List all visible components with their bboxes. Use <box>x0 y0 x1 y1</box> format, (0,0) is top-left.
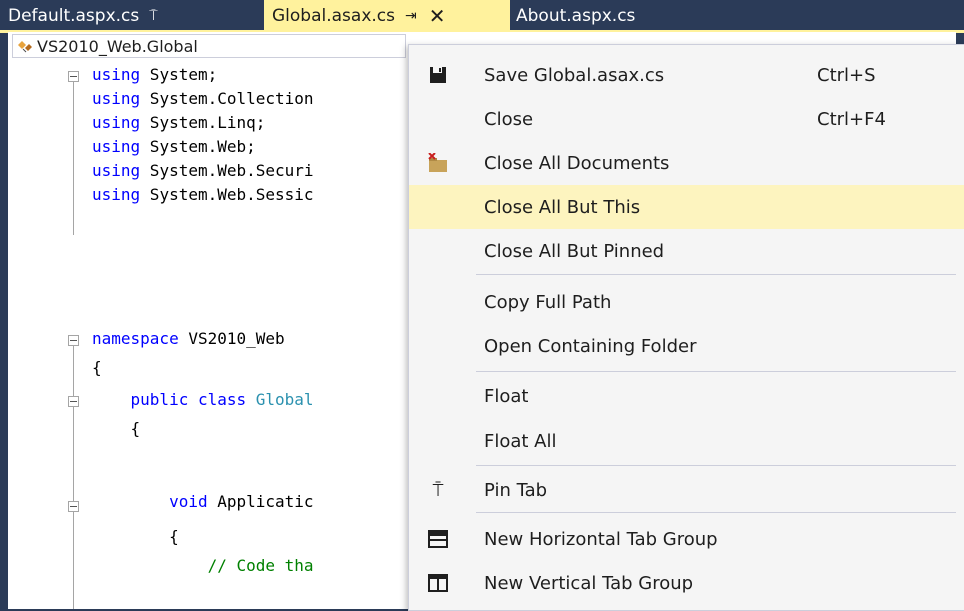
collapse-class-icon[interactable] <box>68 396 79 407</box>
menu-item-label: Pin Tab <box>484 479 548 501</box>
collapse-method-icon[interactable] <box>68 501 79 512</box>
menu-separator <box>476 371 956 372</box>
menu-separator <box>476 512 956 513</box>
tab-context-menu: Save Global.asax.cs Ctrl+S Close Ctrl+F4… <box>408 44 964 611</box>
code-line: using System.Web.Sessic <box>92 185 314 204</box>
tab-label: About.aspx.cs <box>516 6 636 26</box>
menu-item-label: Float <box>484 385 529 407</box>
class-icon <box>17 39 33 53</box>
menu-item-pin-tab[interactable]: ⍑ Pin Tab <box>409 468 964 512</box>
fold-line <box>73 82 74 235</box>
code-line: using System.Web; <box>92 137 256 156</box>
tab-about-aspx-cs[interactable]: About.aspx.cs <box>510 0 635 32</box>
menu-separator <box>476 274 956 275</box>
code-line: using System.Linq; <box>92 113 266 132</box>
code-line: { <box>92 419 141 438</box>
menu-separator <box>476 465 956 466</box>
tab-default-aspx-cs[interactable]: Default.aspx.cs ⍑ <box>0 0 158 32</box>
pin-icon[interactable]: ⇥ <box>405 8 417 24</box>
menu-item-label: Close All But This <box>484 196 641 218</box>
menu-item-close-all-documents[interactable]: Close All Documents <box>409 141 964 185</box>
close-all-documents-icon <box>427 152 449 174</box>
class-combo[interactable]: VS2010_Web.Global <box>12 34 406 58</box>
code-line: { <box>92 358 102 377</box>
code-line: { <box>92 527 179 546</box>
menu-item-copy-full-path[interactable]: Copy Full Path <box>409 280 964 324</box>
menu-item-label: Save Global.asax.cs <box>484 64 665 86</box>
pin-icon[interactable]: ⍑ <box>149 8 157 24</box>
menu-item-float[interactable]: Float <box>409 374 964 418</box>
tab-label: Global.asax.cs <box>272 6 395 26</box>
menu-item-label: Copy Full Path <box>484 291 612 313</box>
class-combo-value: VS2010_Web.Global <box>37 36 198 56</box>
menu-item-label: New Horizontal Tab Group <box>484 528 718 550</box>
tab-label: Default.aspx.cs <box>8 6 140 26</box>
save-icon <box>427 64 449 86</box>
menu-item-shortcut: Ctrl+F4 <box>817 108 886 130</box>
tab-global-asax-cs[interactable]: Global.asax.cs ⇥ ✕ <box>264 0 510 32</box>
pin-icon: ⍑ <box>432 479 444 500</box>
menu-item-label: Float All <box>484 430 557 452</box>
menu-item-close[interactable]: Close Ctrl+F4 <box>409 97 964 141</box>
menu-item-label: Close All Documents <box>484 152 670 174</box>
menu-item-new-vertical-tab-group[interactable]: New Vertical Tab Group <box>409 561 964 605</box>
menu-item-float-all[interactable]: Float All <box>409 419 964 463</box>
menu-item-shortcut: Ctrl+S <box>817 64 876 86</box>
horizontal-tab-group-icon <box>427 528 449 550</box>
code-line: using System; <box>92 65 218 84</box>
code-line: using System.Collection <box>92 89 314 108</box>
document-tab-strip: Default.aspx.cs ⍑ Global.asax.cs ⇥ ✕ Abo… <box>0 0 964 33</box>
code-line: // Code tha <box>207 556 314 575</box>
menu-item-open-containing-folder[interactable]: Open Containing Folder <box>409 324 964 368</box>
menu-item-label: Open Containing Folder <box>484 335 697 357</box>
code-line: public class Global <box>130 390 314 409</box>
menu-item-label: Close All But Pinned <box>484 240 665 262</box>
menu-item-close-all-but-pinned[interactable]: Close All But Pinned <box>409 229 964 273</box>
close-icon[interactable]: ✕ <box>429 4 446 28</box>
collapse-namespace-icon[interactable] <box>68 335 79 346</box>
menu-item-label: New Vertical Tab Group <box>484 572 694 594</box>
code-line: namespace VS2010_Web <box>92 329 285 348</box>
code-line: using System.Web.Securi <box>92 161 314 180</box>
menu-item-close-all-but-this[interactable]: Close All But This <box>409 185 964 229</box>
menu-item-label: Close <box>484 108 534 130</box>
collapse-using-icon[interactable] <box>68 71 79 82</box>
vertical-tab-group-icon <box>427 572 449 594</box>
menu-item-save[interactable]: Save Global.asax.cs Ctrl+S <box>409 53 964 97</box>
code-line: void Applicatic <box>169 492 314 511</box>
fold-line <box>73 346 74 609</box>
menu-item-new-horizontal-tab-group[interactable]: New Horizontal Tab Group <box>409 517 964 561</box>
